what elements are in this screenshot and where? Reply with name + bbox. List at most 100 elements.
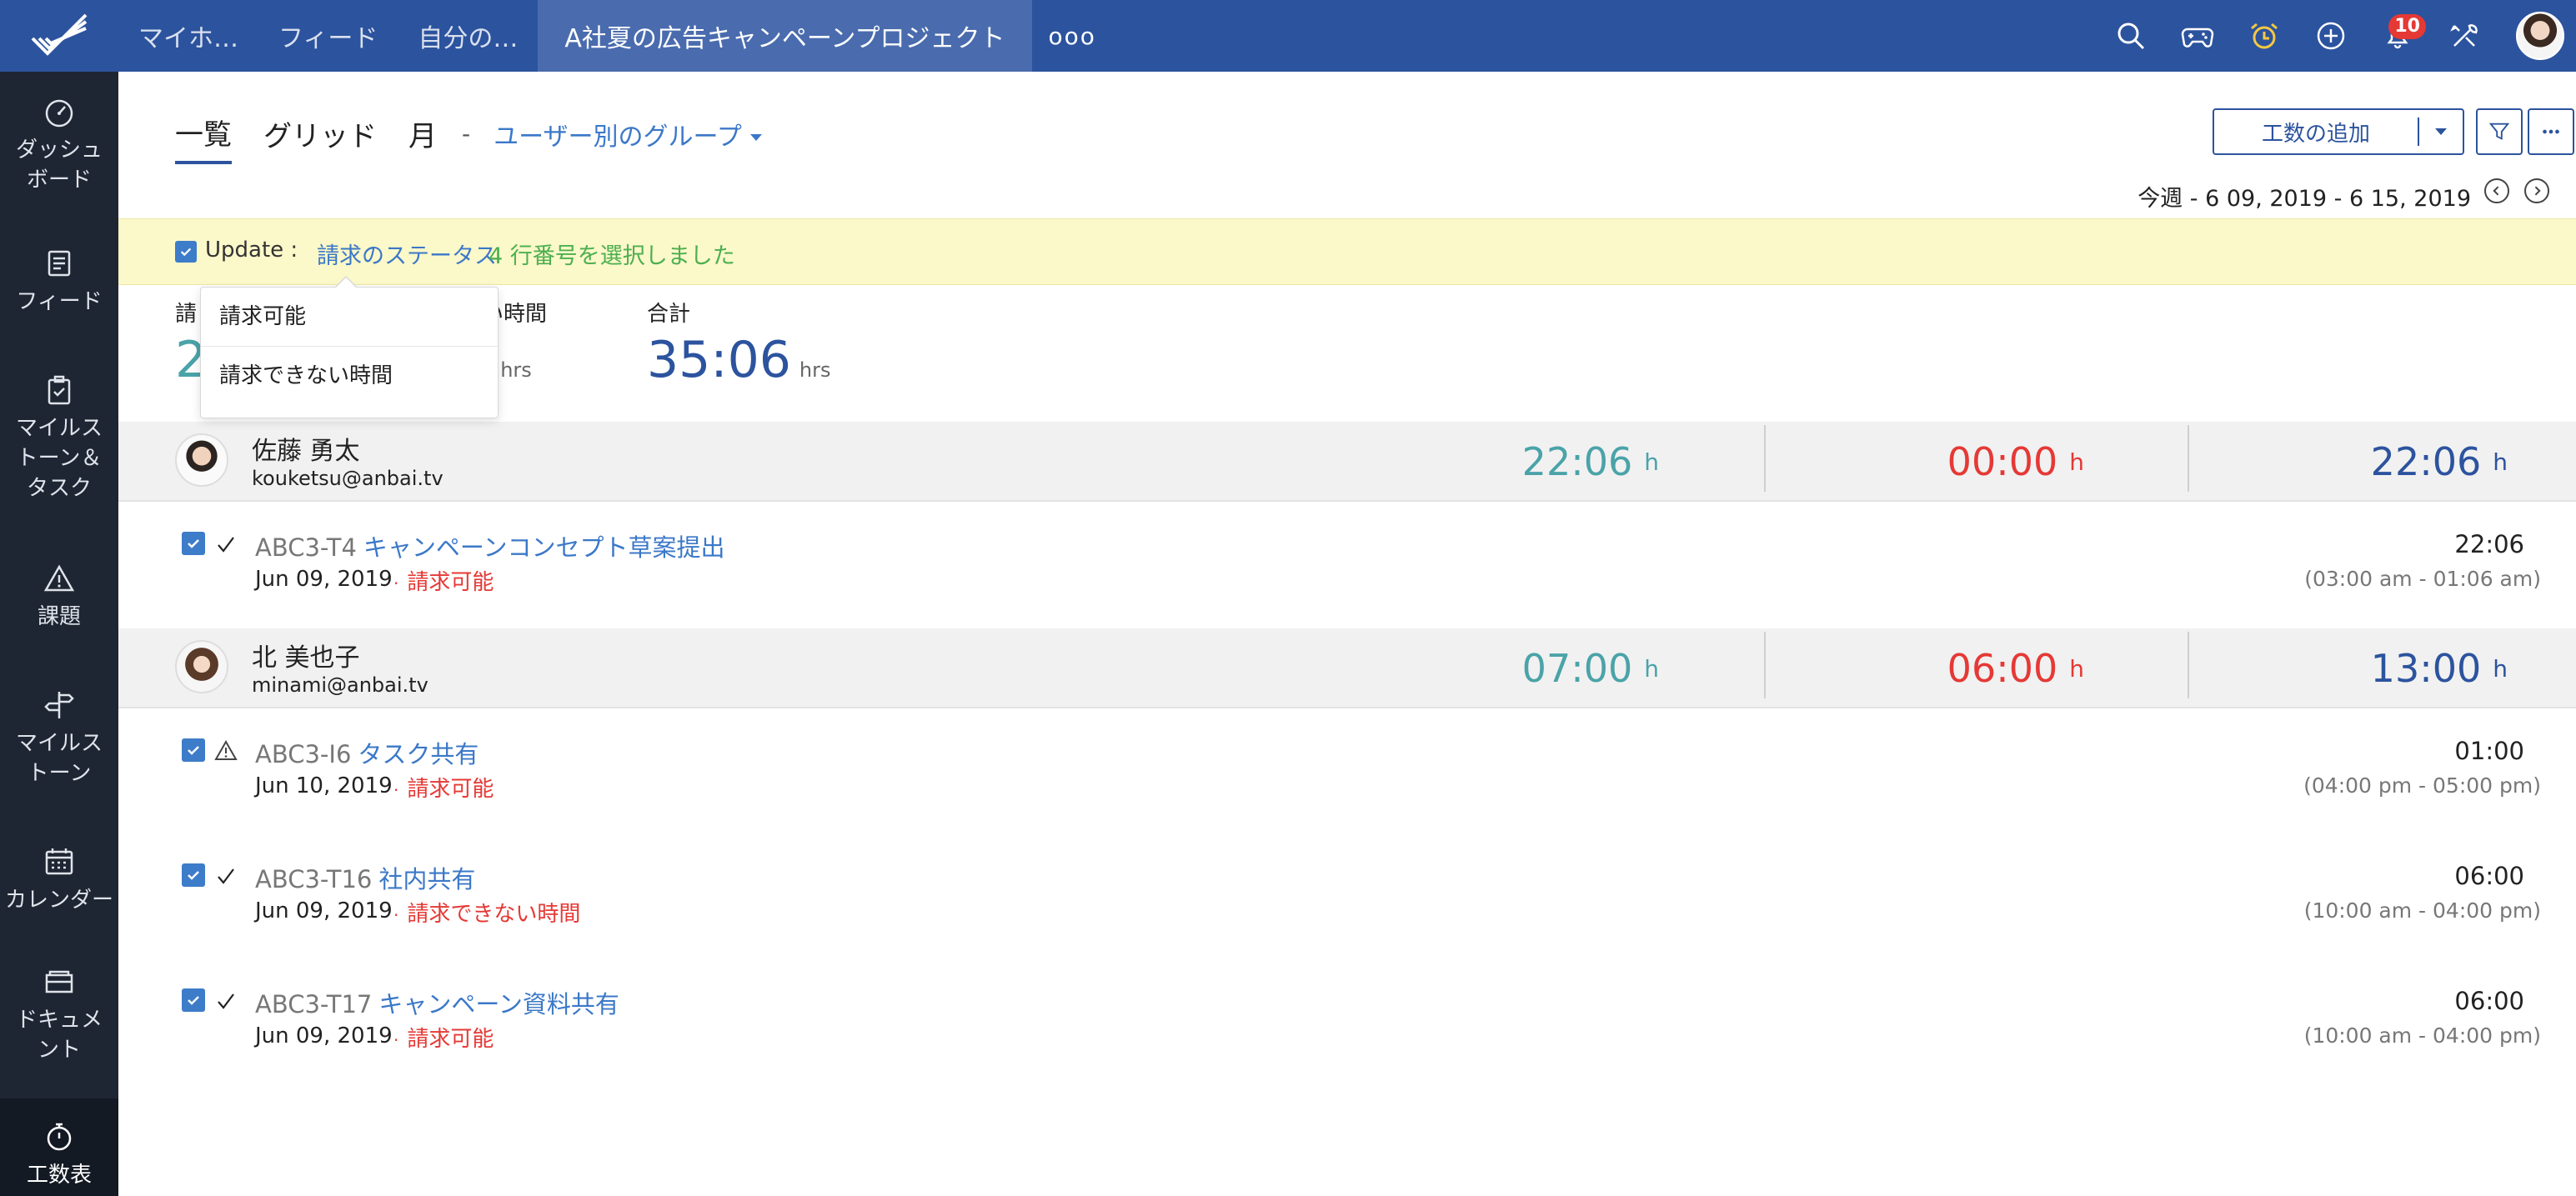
column-divider — [2188, 425, 2189, 492]
chevron-right-icon — [2534, 186, 2541, 196]
user-name: 佐藤 勇太 — [252, 437, 360, 466]
selected-rows-count: 4 行番号を選択しました — [489, 243, 735, 269]
view-separator: - — [462, 120, 471, 148]
sidebar-item-documents[interactable]: ドキュメント — [0, 965, 118, 1065]
unit: h — [1644, 448, 1659, 476]
task-title-link[interactable]: キャンペーン資料共有 — [378, 990, 619, 1018]
feed-icon — [48, 250, 71, 277]
view-switcher: 一覧 グリッド 月 - ユーザー別のグループ — [175, 112, 762, 164]
sidebar-item-label: マイルストーン＆タスク — [15, 416, 103, 501]
user-billable-hours: 22:06 h — [1419, 422, 1726, 502]
alarm-icon[interactable] — [2246, 18, 2283, 54]
unit: h — [1644, 654, 1659, 683]
user-avatar[interactable] — [2516, 12, 2564, 60]
sidebar-item-dashboard[interactable]: ダッシュボード — [0, 95, 118, 195]
sidebar-item-timesheet[interactable]: 工数表 — [0, 1098, 118, 1196]
row-checkbox[interactable] — [182, 863, 205, 887]
search-icon[interactable] — [2112, 18, 2149, 54]
previous-week-button[interactable] — [2484, 178, 2509, 203]
sidebar-item-label: カレンダー — [4, 888, 113, 913]
group-by-label: ユーザー別のグループ — [494, 122, 742, 152]
log-hours: 06:00 — [2454, 862, 2524, 890]
log-hours: 01:00 — [2454, 737, 2524, 765]
sidebar-item-milestones[interactable]: マイルストーン — [0, 688, 118, 788]
sidebar-item-milestones-tasks[interactable]: マイルストーン＆タスク — [0, 373, 118, 503]
app-logo[interactable] — [0, 0, 118, 72]
warning-icon — [43, 564, 75, 592]
timelog-row[interactable]: ABC3-T16 社内共有 Jun 09, 2019 · 請求できない時間 06:0… — [118, 845, 2576, 970]
gamepad-icon[interactable] — [2179, 18, 2216, 54]
left-sidebar: ダッシュボード フィード マイルストーン＆タスク 課題 マイルストーン カレンダ… — [0, 72, 118, 1196]
nav-tab-myhome[interactable]: マイホ… — [118, 0, 258, 72]
log-time-range: (10:00 am - 04:00 pm) — [2303, 1023, 2541, 1048]
bell-icon[interactable]: 10 — [2379, 14, 2426, 54]
nav-tab-feed[interactable]: フィード — [258, 0, 398, 72]
more-options-button[interactable] — [2528, 108, 2574, 155]
user-name: 北 美也子 — [252, 643, 360, 673]
notification-count-badge: 10 — [2388, 14, 2426, 39]
user-email: kouketsu@anbai.tv — [252, 467, 444, 490]
column-divider — [1764, 425, 1766, 492]
sidebar-item-label: ダッシュボード — [15, 138, 103, 193]
billing-status-label: 請求できない時間 — [407, 902, 581, 927]
task-title-link[interactable]: タスク共有 — [358, 740, 479, 768]
row-checkbox[interactable] — [182, 988, 205, 1012]
nav-tab-my-items[interactable]: 自分の… — [398, 0, 538, 72]
unit: h — [2069, 448, 2084, 476]
timelog-row[interactable]: ABC3-I6 タスク共有 Jun 10, 2019 · 請求可能 01:00 (0… — [118, 720, 2576, 845]
row-checkbox[interactable] — [182, 532, 205, 555]
summary-total-unit: hrs — [799, 358, 831, 382]
sidebar-item-calendar[interactable]: カレンダー — [0, 845, 118, 915]
task-date: Jun 09, 2019 — [255, 1023, 393, 1048]
sidebar-item-label: フィード — [16, 289, 103, 314]
billing-status-label: 請求可能 — [407, 570, 494, 595]
avatar — [175, 433, 228, 487]
tab-grid[interactable]: グリッド — [263, 113, 377, 163]
select-all-checkbox[interactable] — [175, 241, 197, 263]
checkmark-icon — [188, 746, 199, 755]
checkmark-logo-icon — [31, 13, 88, 56]
task-title-link[interactable]: 社内共有 — [378, 865, 475, 893]
task-code: ABC3-T17 — [255, 990, 373, 1018]
user-group-row[interactable]: 佐藤 勇太 kouketsu@anbai.tv 22:06 h 00:00 h 22… — [118, 422, 2576, 502]
log-hours: 06:00 — [2454, 987, 2524, 1015]
summary-total-value: 35:06 — [647, 331, 791, 389]
dropdown-option-billable[interactable]: 請求可能 — [201, 288, 498, 346]
task-title-link[interactable]: キャンペーンコンセプト草案提出 — [363, 533, 725, 562]
task-date: Jun 09, 2019 — [255, 567, 393, 592]
non-billable-value: 06:00 — [1947, 646, 2058, 691]
tab-month[interactable]: 月 — [408, 113, 437, 163]
top-navigation-bar: マイホ… フィード 自分の… A社夏の広告キャンペーンプロジェクト ooo 10 — [0, 0, 2576, 72]
user-non-billable-hours: 00:00 h — [1767, 422, 2151, 502]
timelog-row[interactable]: ABC3-T4 キャンペーンコンセプト草案提出 Jun 09, 2019 · 請求可… — [118, 513, 2576, 638]
bulk-update-bar: Update : 請求のステータス 4 行番号を選択しました — [118, 218, 2576, 285]
checkmark-icon — [180, 248, 192, 257]
week-range: 今週 - 6 09, 2019 - 6 15, 2019 — [2137, 186, 2471, 212]
add-timelog-button[interactable]: 工数の追加 — [2213, 108, 2464, 155]
dropdown-option-non-billable[interactable]: 請求できない時間 — [201, 346, 498, 404]
more-projects-button[interactable]: ooo — [1032, 23, 1113, 50]
billing-status: · 請求できない時間 — [393, 902, 581, 927]
group-by-dropdown[interactable]: ユーザー別のグループ — [494, 116, 762, 161]
row-checkbox[interactable] — [182, 738, 205, 762]
tab-list[interactable]: 一覧 — [175, 112, 232, 164]
add-timelog-dropdown-toggle[interactable] — [2418, 118, 2463, 146]
billable-value: 07:00 — [1521, 646, 1633, 691]
update-label: Update : — [205, 238, 298, 263]
task-date: Jun 09, 2019 — [255, 898, 393, 923]
nav-tab-current-project[interactable]: A社夏の広告キャンペーンプロジェクト — [538, 0, 1032, 72]
column-divider — [1764, 632, 1766, 698]
billing-status-dropdown: 請求可能 請求できない時間 — [200, 276, 499, 418]
unit: h — [2493, 654, 2508, 683]
next-week-button[interactable] — [2524, 178, 2549, 203]
dashboard-icon — [45, 99, 73, 128]
task-date: Jun 10, 2019 — [255, 773, 393, 798]
sidebar-item-issues[interactable]: 課題 — [0, 562, 118, 632]
user-group-row[interactable]: 北 美也子 minami@anbai.tv 07:00 h 06:00 h 13:0… — [118, 628, 2576, 708]
tools-icon[interactable] — [2446, 18, 2483, 54]
plus-circle-icon[interactable] — [2313, 18, 2349, 54]
filter-button[interactable] — [2476, 108, 2523, 155]
billing-status-field-link[interactable]: 請求のステータス — [317, 238, 497, 270]
timelog-row[interactable]: ABC3-T17 キャンペーン資料共有 Jun 09, 2019 · 請求可能 06… — [118, 970, 2576, 1095]
sidebar-item-feed[interactable]: フィード — [0, 247, 118, 317]
